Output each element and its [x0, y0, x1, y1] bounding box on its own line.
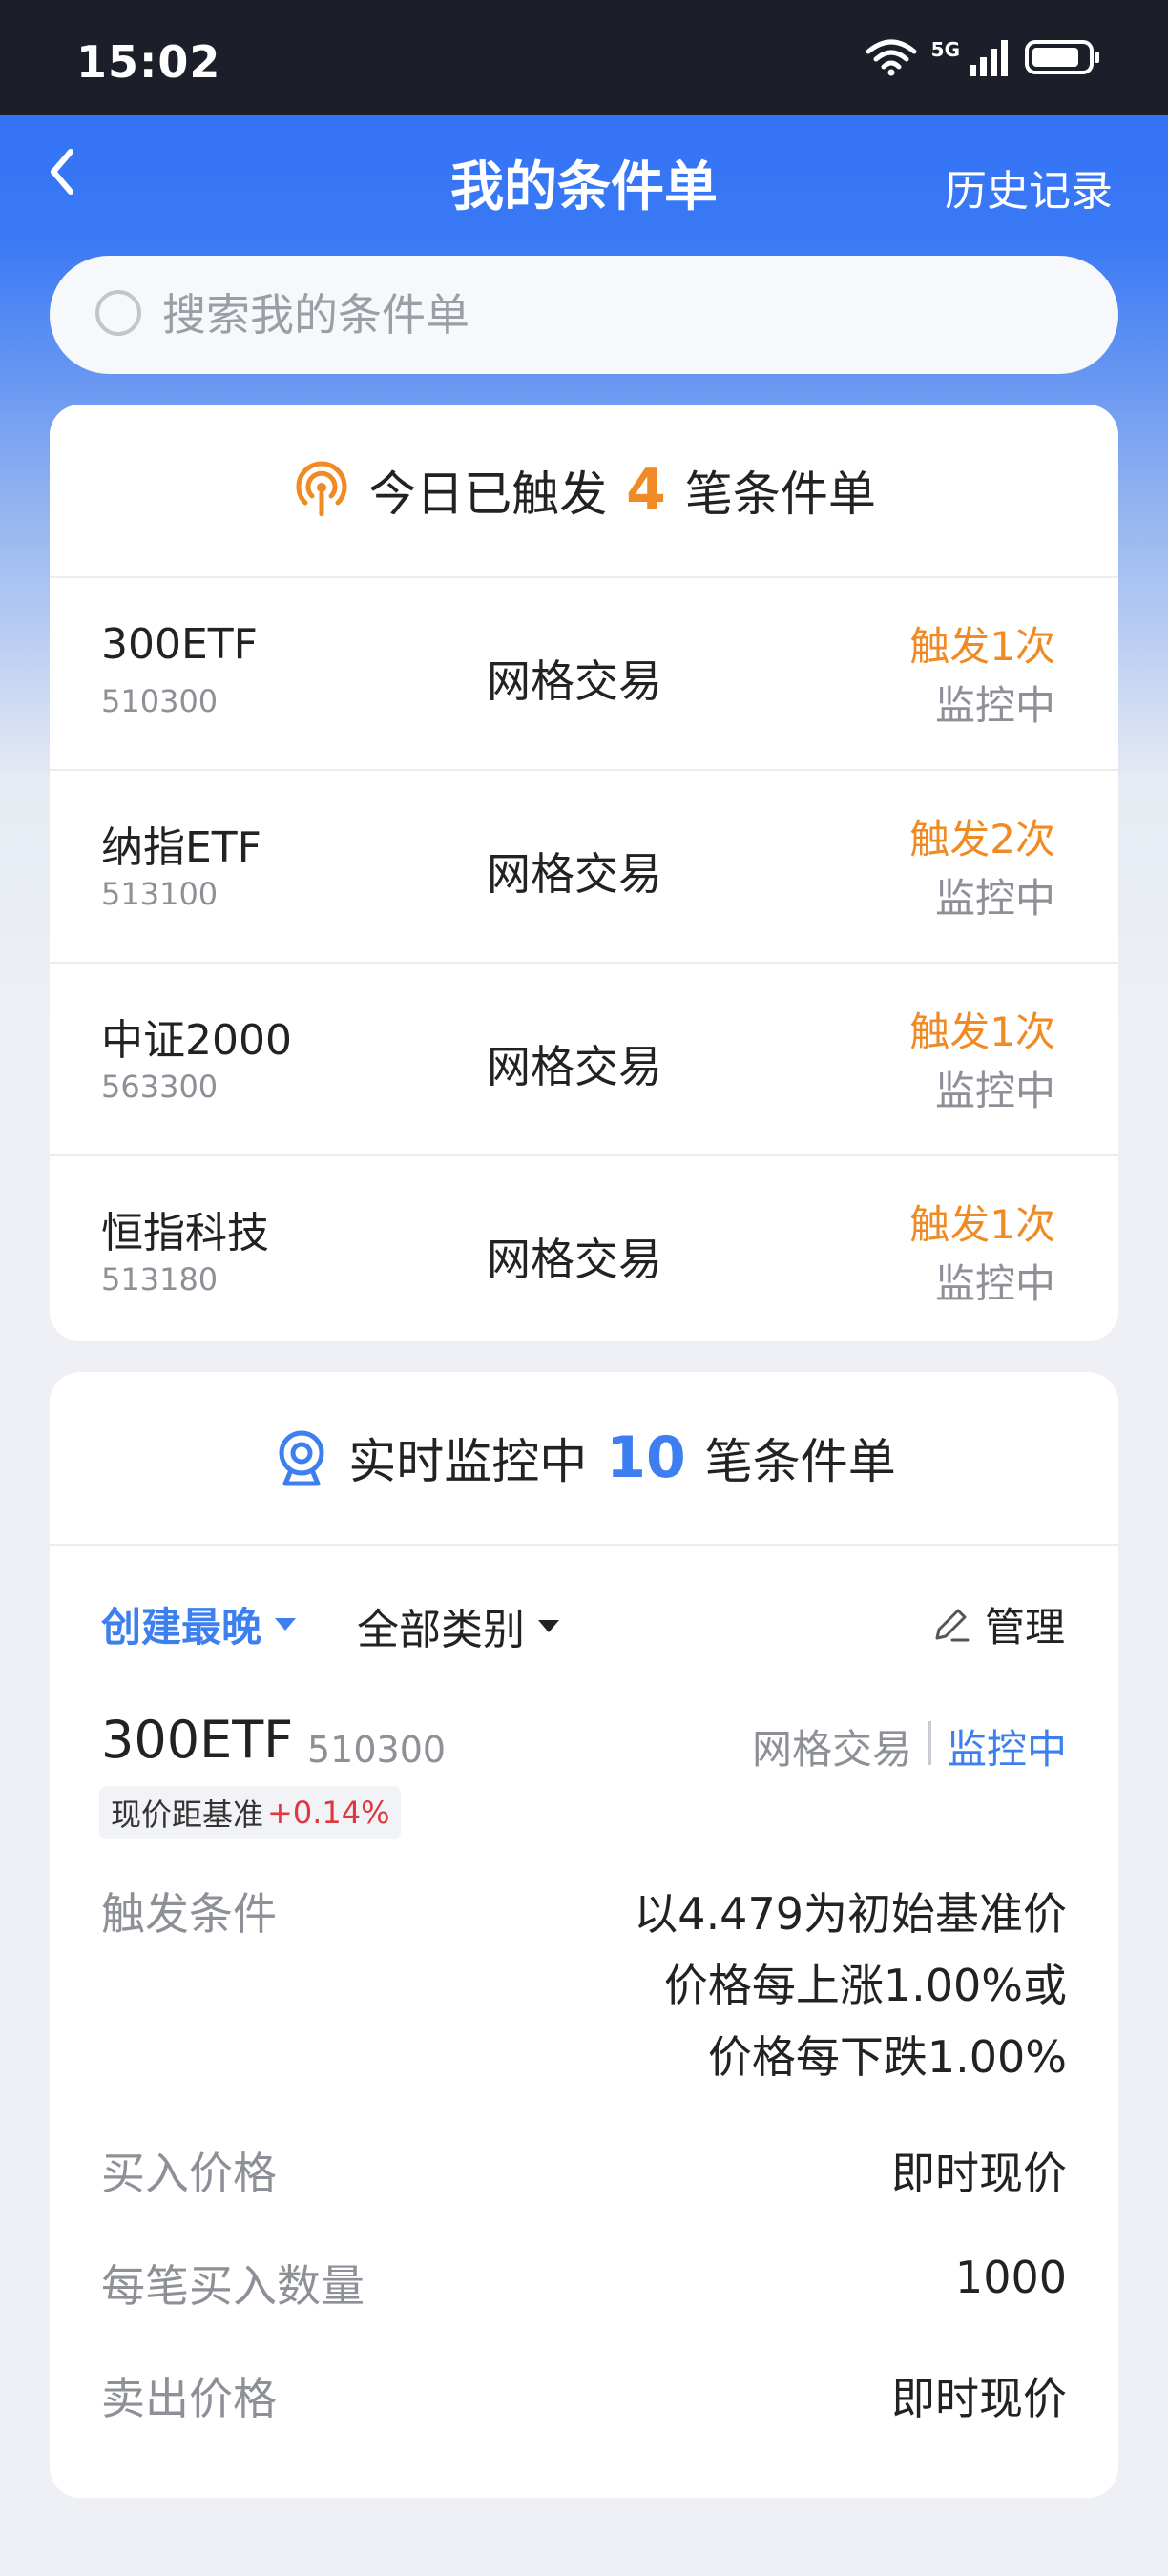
category-dropdown[interactable]: 全部类别	[357, 1595, 559, 1656]
battery-icon	[1025, 40, 1099, 74]
item-trigger-times: 触发1次	[909, 1201, 1055, 1248]
item-status: 监控中	[934, 682, 1055, 729]
item-name: 中证2000	[101, 1016, 292, 1065]
item-code: 513180	[101, 1261, 219, 1298]
item-type: 网格交易	[487, 848, 662, 900]
monitoring-card: 实时监控中 10 笔条件单 创建最晚 全部类别 管理 300ETF 510300…	[50, 1372, 1118, 2498]
detail-line: 价格每下跌1.00%	[707, 2031, 1067, 2083]
order-name: 300ETF	[101, 1710, 294, 1770]
item-status: 监控中	[934, 875, 1055, 922]
sort-dropdown[interactable]: 创建最晚	[101, 1595, 297, 1653]
order-type: 网格交易	[751, 1726, 912, 1773]
broadcast-signal-icon	[296, 461, 347, 516]
monitoring-summary: 实时监控中 10 笔条件单	[50, 1372, 1118, 1546]
order-code: 510300	[307, 1729, 447, 1771]
detail-value: 即时现价	[891, 2373, 1067, 2424]
item-name: 恒指科技	[101, 1209, 269, 1257]
triggered-summary: 今日已触发 4 笔条件单	[50, 405, 1118, 578]
caret-down-icon	[275, 1618, 297, 1631]
triggered-today-card: 今日已触发 4 笔条件单 300ETF 510300 网格交易 触发1次 监控中…	[50, 405, 1118, 1341]
cellular-signal-icon	[970, 40, 1008, 76]
status-bar: 15:02 5G	[0, 0, 1168, 115]
item-status: 监控中	[934, 1068, 1055, 1114]
history-records-link[interactable]: 历史记录	[945, 156, 1113, 218]
sort-label: 创建最晚	[101, 1604, 262, 1651]
triggered-item[interactable]: 中证2000 563300 网格交易 触发1次 监控中	[50, 964, 1118, 1156]
manage-button[interactable]: 管理	[929, 1595, 1065, 1653]
search-bar[interactable]	[50, 256, 1118, 374]
search-icon	[95, 290, 141, 336]
nav-header: 我的条件单 历史记录	[0, 115, 1168, 239]
detail-key: 买入价格	[101, 2148, 277, 2199]
detail-key: 每笔买入数量	[101, 2260, 365, 2312]
search-input[interactable]	[160, 288, 1023, 342]
monitoring-count: 10	[606, 1424, 686, 1491]
badge-label: 现价距基准	[111, 1797, 264, 1833]
item-name: 300ETF	[101, 620, 258, 669]
webcam-icon	[279, 1430, 324, 1486]
price-distance-badge: 现价距基准 +0.14%	[99, 1786, 402, 1839]
category-label: 全部类别	[357, 1606, 525, 1654]
manage-label: 管理	[984, 1604, 1065, 1651]
triggered-prefix: 今日已触发	[368, 467, 608, 522]
status-time: 15:02	[76, 36, 221, 88]
triggered-item[interactable]: 恒指科技 513180 网格交易 触发1次 监控中	[50, 1156, 1118, 1341]
condition-order-item[interactable]: 300ETF 510300 网格交易 监控中 现价距基准 +0.14% 触发条件…	[50, 1689, 1118, 2471]
detail-line: 以4.479为初始基准价	[634, 1888, 1067, 1940]
network-type-label: 5G	[930, 38, 960, 61]
detail-key: 触发条件	[101, 1888, 277, 1940]
detail-key: 卖出价格	[101, 2373, 277, 2424]
item-type: 网格交易	[487, 1234, 662, 1285]
monitoring-suffix: 笔条件单	[704, 1434, 896, 1489]
item-status: 监控中	[934, 1260, 1055, 1307]
item-code: 513100	[101, 876, 219, 912]
triggered-item[interactable]: 300ETF 510300 网格交易 触发1次 监控中	[50, 578, 1118, 771]
detail-line: 价格每上涨1.00%或	[663, 1960, 1067, 2011]
item-name: 纳指ETF	[101, 823, 261, 872]
item-trigger-times: 触发1次	[909, 623, 1055, 670]
item-code: 510300	[101, 683, 219, 719]
order-status: 监控中	[946, 1726, 1067, 1773]
item-code: 563300	[101, 1069, 219, 1105]
monitoring-prefix: 实时监控中	[348, 1434, 588, 1489]
divider	[928, 1721, 931, 1765]
triggered-count: 4	[626, 457, 666, 524]
pencil-edit-icon	[935, 1609, 970, 1641]
detail-value: 即时现价	[891, 2148, 1067, 2199]
triggered-suffix: 笔条件单	[684, 467, 876, 522]
item-trigger-times: 触发1次	[909, 1008, 1055, 1055]
wifi-icon	[866, 39, 917, 76]
detail-value: 1000	[954, 2252, 1067, 2303]
status-icons: 5G	[865, 38, 1101, 76]
caret-down-icon	[538, 1619, 559, 1632]
item-type: 网格交易	[487, 655, 662, 707]
filter-bar: 创建最晚 全部类别 管理	[50, 1546, 1118, 1689]
triggered-item[interactable]: 纳指ETF 513100 网格交易 触发2次 监控中	[50, 771, 1118, 964]
item-trigger-times: 触发2次	[909, 816, 1055, 862]
item-type: 网格交易	[487, 1041, 662, 1092]
badge-value: +0.14%	[267, 1795, 390, 1831]
